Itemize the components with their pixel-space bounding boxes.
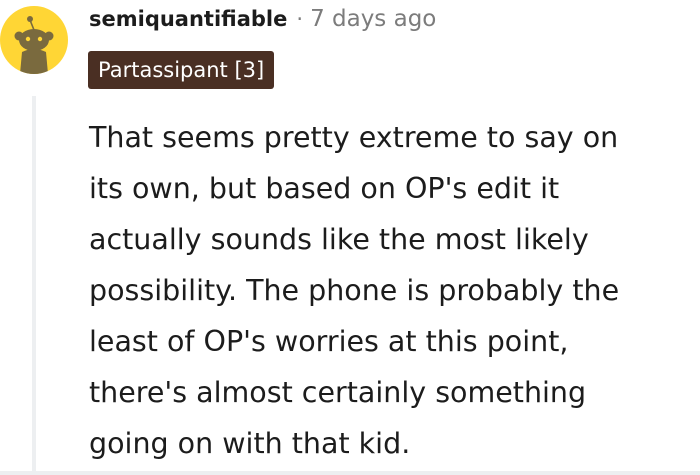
- divider: [0, 471, 700, 475]
- comment-author[interactable]: semiquantifiable: [89, 7, 287, 31]
- comment-body-line: least of OP's worries at this point,: [89, 325, 569, 358]
- comment-body: That seems pretty extreme to say on its …: [89, 112, 699, 469]
- comment-body-line: That seems pretty extreme to say on: [89, 121, 619, 154]
- comment-body-line: there's almost certainly something: [89, 376, 587, 409]
- comment-body-line: its own, but based on OP's edit it: [89, 172, 560, 205]
- comment-timestamp[interactable]: 7 days ago: [310, 6, 436, 32]
- user-avatar[interactable]: [0, 6, 68, 74]
- comment-body-line: actually sounds like the most likely: [89, 223, 589, 256]
- meta-separator: ·: [296, 7, 304, 31]
- snoo-avatar-icon: [14, 16, 54, 74]
- comment: semiquantifiable · 7 days ago Partassipa…: [0, 0, 700, 475]
- comment-body-line: possibility. The phone is probably the: [89, 274, 620, 307]
- user-flair: Partassipant [3]: [88, 51, 275, 89]
- comment-body-line: going on with that kid.: [89, 427, 411, 460]
- comment-meta: semiquantifiable · 7 days ago: [89, 3, 436, 35]
- thread-collapse-line[interactable]: [32, 96, 36, 475]
